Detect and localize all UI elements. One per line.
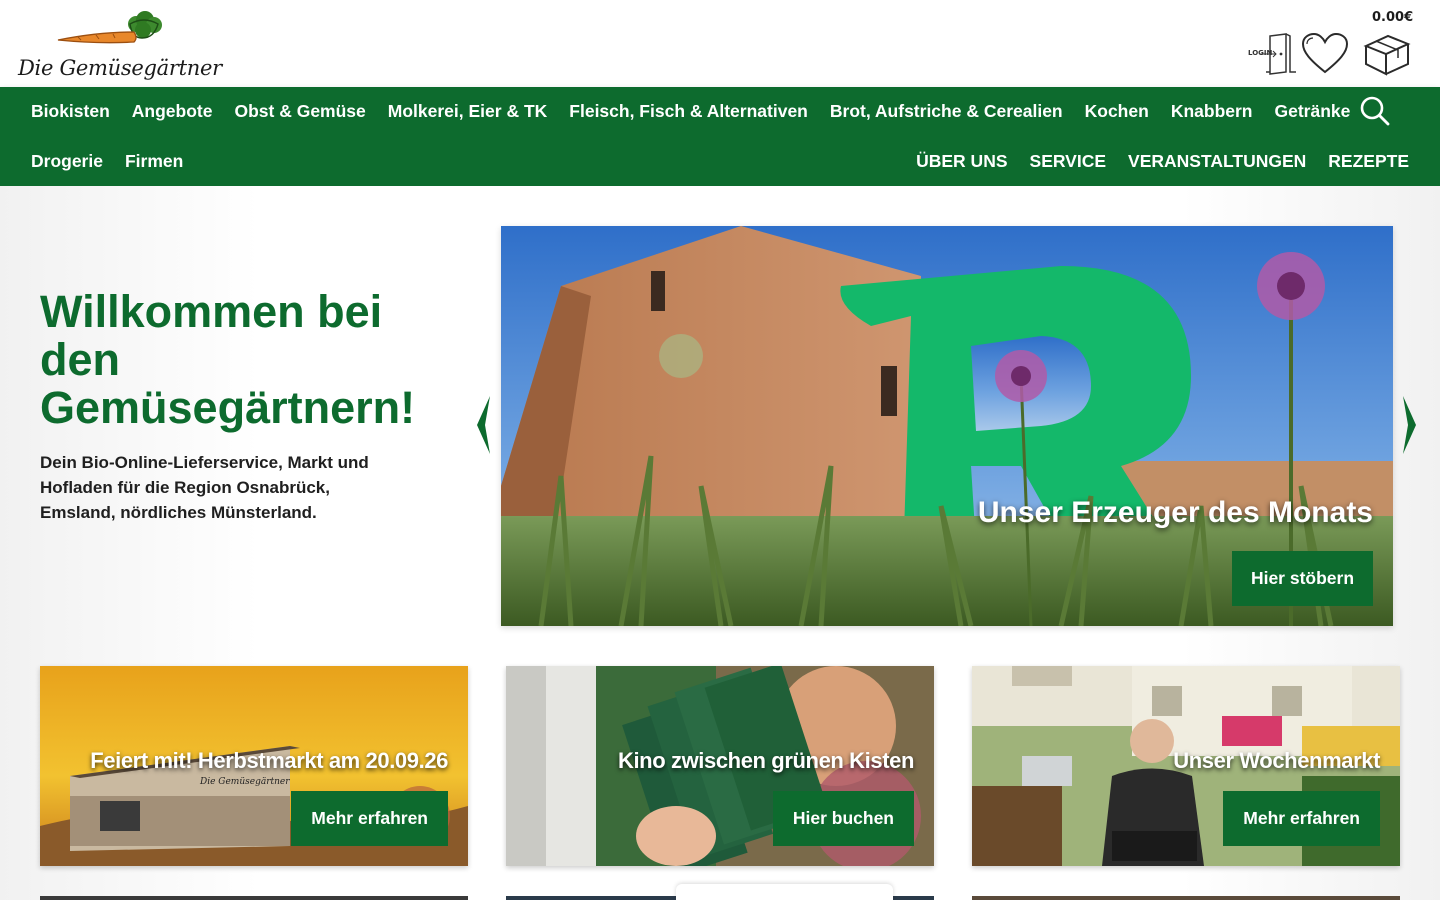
category-nav-second-row: Drogerie Firmen: [31, 150, 205, 172]
page-title: Willkommen bei den Gemüsegärtnern!: [40, 286, 416, 433]
nav-item-molkerei[interactable]: Molkerei, Eier & TK: [388, 100, 548, 122]
cart-total: 0.00€: [1372, 10, 1414, 25]
box-icon: [1363, 34, 1411, 76]
building-sign: Die Gemüsegärtner: [199, 777, 290, 787]
tile-caption: Feiert mit! Herbstmarkt am 20.09.26: [90, 748, 448, 773]
site-logo[interactable]: Die Gemüsegärtner: [18, 10, 222, 82]
nav-item-angebote[interactable]: Angebote: [132, 100, 213, 122]
nav-item-drogerie[interactable]: Drogerie: [31, 150, 103, 172]
nav-item-knabbern[interactable]: Knabbern: [1171, 100, 1253, 122]
site-header: Die Gemüsegärtner 0.00€ LOGIN: [0, 0, 1440, 87]
login-label: LOGIN: [1248, 49, 1273, 57]
logo-wordmark: Die Gemüsegärtner: [18, 56, 222, 80]
search-button[interactable]: [1360, 96, 1390, 126]
tile-caption: Kino zwischen grünen Kisten: [617, 748, 914, 773]
nav-item-service[interactable]: SERVICE: [1030, 150, 1107, 172]
nav-item-brot[interactable]: Brot, Aufstriche & Cerealien: [830, 100, 1063, 122]
heart-icon: [1301, 32, 1349, 74]
teaser-wochenmarkt[interactable]: Unser Wochenmarkt Mehr erfahren: [972, 666, 1400, 866]
carrot-logo-icon: [57, 11, 162, 44]
main-content: Willkommen bei den Gemüsegärtnern! Dein …: [0, 186, 1440, 900]
nav-item-biokisten[interactable]: Biokisten: [31, 100, 110, 122]
tile-caption: Unser Wochenmarkt: [1173, 748, 1380, 773]
nav-item-obst-gemuese[interactable]: Obst & Gemüse: [234, 100, 365, 122]
hero-slide[interactable]: Unser Erzeuger des Monats Hier stöbern: [501, 226, 1393, 626]
slide-cta-button[interactable]: Hier stöbern: [1232, 551, 1373, 606]
nav-item-kochen[interactable]: Kochen: [1085, 100, 1149, 122]
teaser-kino[interactable]: Kino zwischen grünen Kisten Hier buchen: [506, 666, 934, 866]
chevron-right-icon: [1403, 396, 1416, 454]
login-button[interactable]: LOGIN: [1246, 32, 1298, 76]
slider-next-button[interactable]: [1402, 396, 1418, 454]
search-icon: [1360, 96, 1390, 126]
tile-cta-button[interactable]: Mehr erfahren: [1223, 791, 1380, 846]
nav-item-firmen[interactable]: Firmen: [125, 150, 183, 172]
nav-item-ueber-uns[interactable]: ÜBER UNS: [916, 150, 1007, 172]
nav-item-fleisch-fisch[interactable]: Fleisch, Fisch & Alternativen: [569, 100, 808, 122]
tile-cta-button[interactable]: Hier buchen: [772, 791, 914, 846]
nav-item-getraenke[interactable]: Getränke: [1275, 100, 1351, 122]
hero-subtitle: Dein Bio-Online-Lieferservice, Markt und…: [40, 453, 369, 522]
category-nav: Biokisten Angebote Obst & Gemüse Molkere…: [31, 100, 1372, 122]
info-nav: ÜBER UNS SERVICE VERANSTALTUNGEN REZEPTE: [894, 150, 1409, 172]
wishlist-button[interactable]: [1300, 32, 1350, 76]
main-navigation: Biokisten Angebote Obst & Gemüse Molkere…: [0, 87, 1440, 186]
tile-cta-button[interactable]: Mehr erfahren: [291, 791, 448, 846]
nav-item-veranstaltungen[interactable]: VERANSTALTUNGEN: [1128, 150, 1306, 172]
teaser-row-partial: [972, 896, 1400, 900]
teaser-row-partial: [40, 896, 468, 900]
slider-prev-button[interactable]: [475, 396, 491, 454]
teaser-herbstmarkt[interactable]: Die Gemüsegärtner Feiert mit! Herbstmark…: [40, 666, 468, 866]
slide-caption: Unser Erzeuger des Monats: [977, 496, 1373, 529]
chat-widget-tab[interactable]: [676, 884, 893, 900]
nav-item-rezepte[interactable]: REZEPTE: [1328, 150, 1409, 172]
cart-button[interactable]: [1362, 32, 1412, 76]
chevron-left-icon: [477, 396, 490, 454]
